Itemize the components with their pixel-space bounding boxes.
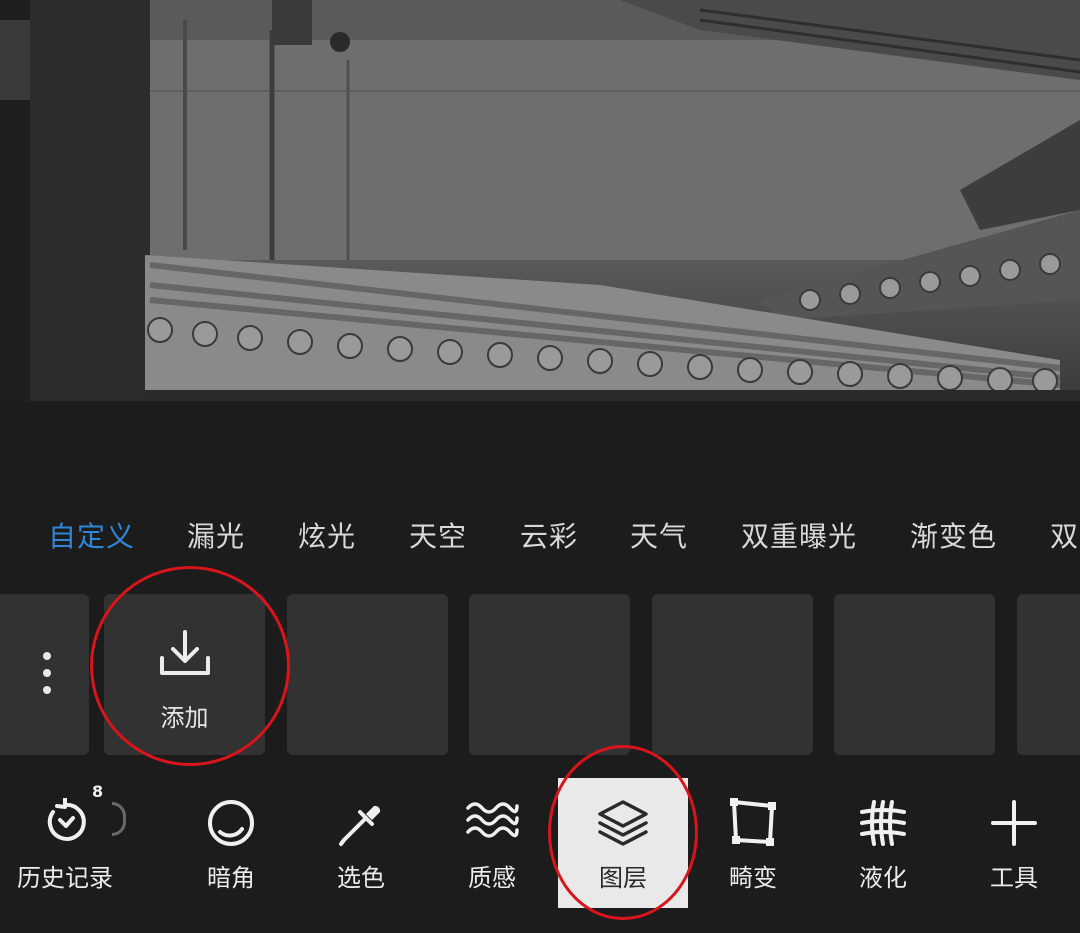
- tab-clouds[interactable]: 云彩: [520, 515, 578, 555]
- overlay-thumbnail[interactable]: [469, 594, 630, 755]
- distort-label: 畸变: [729, 864, 777, 892]
- photo-preview[interactable]: [0, 0, 1080, 401]
- vignette-label: 暗角: [207, 864, 255, 892]
- add-label: 添加: [160, 704, 209, 732]
- vignette-icon: [208, 800, 254, 846]
- eyedropper-icon: [339, 805, 381, 846]
- layers-button[interactable]: 图层: [558, 778, 688, 908]
- distort-icon: [730, 798, 776, 846]
- liquify-grid-icon: [860, 800, 906, 846]
- category-tabs: 自定义 漏光 炫光 天空 云彩 天气 双重曝光 渐变色 双: [0, 505, 1080, 565]
- bottom-toolbar: 8 历史记录 暗角 选色 质感 图层 畸变 液化 工具: [0, 778, 1080, 933]
- vignette-button[interactable]: 暗角: [166, 778, 296, 908]
- distort-button[interactable]: 畸变: [688, 778, 818, 908]
- tab-double-exposure[interactable]: 双重曝光: [741, 515, 857, 555]
- tools-button[interactable]: 工具: [949, 778, 1079, 908]
- download-icon: [160, 630, 210, 675]
- liquify-label: 液化: [859, 864, 907, 892]
- tab-gradient[interactable]: 渐变色: [910, 515, 997, 555]
- more-options-button[interactable]: [0, 594, 89, 755]
- tab-partial[interactable]: 双: [1050, 515, 1079, 555]
- photo-canvas: [0, 0, 1080, 401]
- layers-icon: [598, 800, 648, 846]
- color-select-label: 选色: [337, 864, 385, 892]
- texture-label: 质感: [468, 864, 516, 892]
- liquify-button[interactable]: 液化: [818, 778, 948, 908]
- layers-label: 图层: [599, 864, 647, 892]
- history-count-badge: 8: [92, 782, 104, 801]
- tab-light-leak[interactable]: 漏光: [187, 515, 245, 555]
- overlay-thumbnail[interactable]: [1017, 594, 1080, 755]
- tab-flare[interactable]: 炫光: [298, 515, 356, 555]
- overlay-thumbnail[interactable]: [287, 594, 448, 755]
- texture-button[interactable]: 质感: [427, 778, 557, 908]
- partial-icon: [112, 802, 126, 836]
- tab-weather[interactable]: 天气: [630, 515, 688, 555]
- history-label: 历史记录: [17, 864, 113, 892]
- tab-sky[interactable]: 天空: [409, 515, 467, 555]
- overlay-thumbnail[interactable]: [834, 594, 995, 755]
- plus-icon: [991, 800, 1037, 846]
- tools-label: 工具: [990, 864, 1038, 892]
- color-select-button[interactable]: 选色: [296, 778, 426, 908]
- more-vertical-icon: [43, 652, 51, 703]
- overlay-thumbnails: 添加: [0, 594, 1080, 755]
- texture-wave-icon: [466, 802, 519, 838]
- overlay-thumbnail[interactable]: [652, 594, 813, 755]
- tab-custom[interactable]: 自定义: [48, 515, 135, 555]
- history-icon: [47, 798, 86, 841]
- add-overlay-button[interactable]: 添加: [104, 594, 265, 755]
- history-button[interactable]: 8 历史记录: [0, 778, 130, 908]
